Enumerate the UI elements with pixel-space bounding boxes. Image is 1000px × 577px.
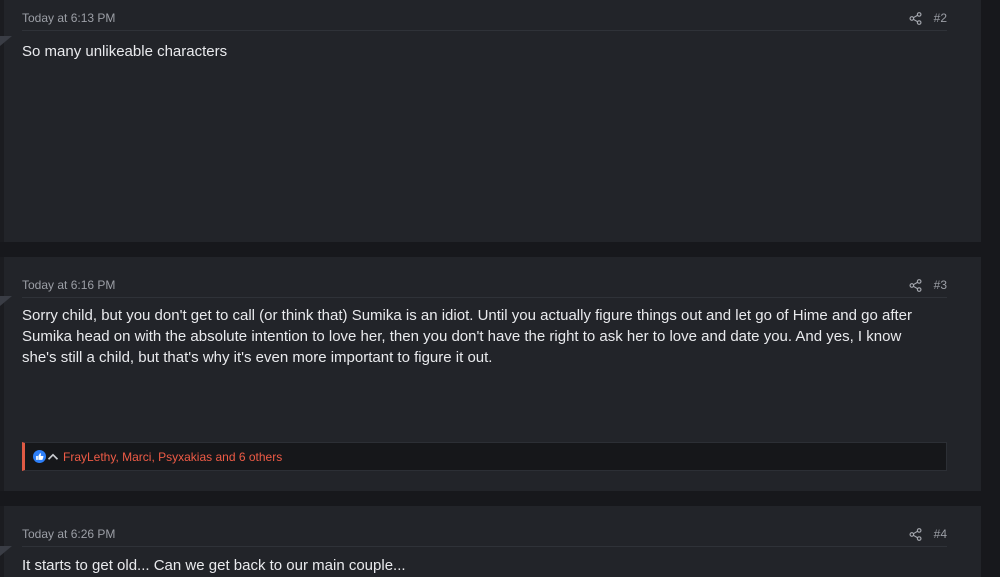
post-number-link[interactable]: #4 <box>934 527 947 541</box>
post-notch <box>0 36 12 46</box>
post-header: Today at 6:13 PM #2 <box>22 0 947 31</box>
reactions-bar[interactable]: FrayLethy, Marci, Psyxakias and 6 others <box>22 442 947 471</box>
post-timestamp[interactable]: Today at 6:16 PM <box>22 278 115 292</box>
post-number-link[interactable]: #3 <box>934 278 947 292</box>
share-icon[interactable] <box>909 278 922 292</box>
post-actions: #2 <box>909 11 947 25</box>
post-actions: #4 <box>909 527 947 541</box>
share-icon[interactable] <box>909 527 922 541</box>
post-left-edge <box>0 257 4 491</box>
like-icon <box>33 450 46 463</box>
post-header: Today at 6:26 PM #4 <box>22 516 947 547</box>
post-message: It starts to get old... Can we get back … <box>22 557 406 574</box>
post-header: Today at 6:16 PM #3 <box>22 267 947 298</box>
post-message: So many unlikeable characters <box>22 43 228 60</box>
post-4: Today at 6:26 PM #4 It starts to get old… <box>0 506 981 577</box>
post-3: Today at 6:16 PM #3 Sorry child, but you… <box>0 257 981 491</box>
post-notch <box>0 296 12 306</box>
post-timestamp[interactable]: Today at 6:26 PM <box>22 527 115 541</box>
post-message: Sorry child, but you don't get to call (… <box>22 307 913 366</box>
post-timestamp[interactable]: Today at 6:13 PM <box>22 11 115 25</box>
post-actions: #3 <box>909 278 947 292</box>
post-number-link[interactable]: #2 <box>934 11 947 25</box>
post-left-edge <box>0 506 4 577</box>
chevron-up-icon <box>47 453 59 460</box>
post-notch <box>0 546 12 556</box>
post-2: Today at 6:13 PM #2 So many unlikeable c… <box>0 0 981 242</box>
reactions-list-link[interactable]: FrayLethy, Marci, Psyxakias and 6 others <box>63 450 282 464</box>
share-icon[interactable] <box>909 11 922 25</box>
